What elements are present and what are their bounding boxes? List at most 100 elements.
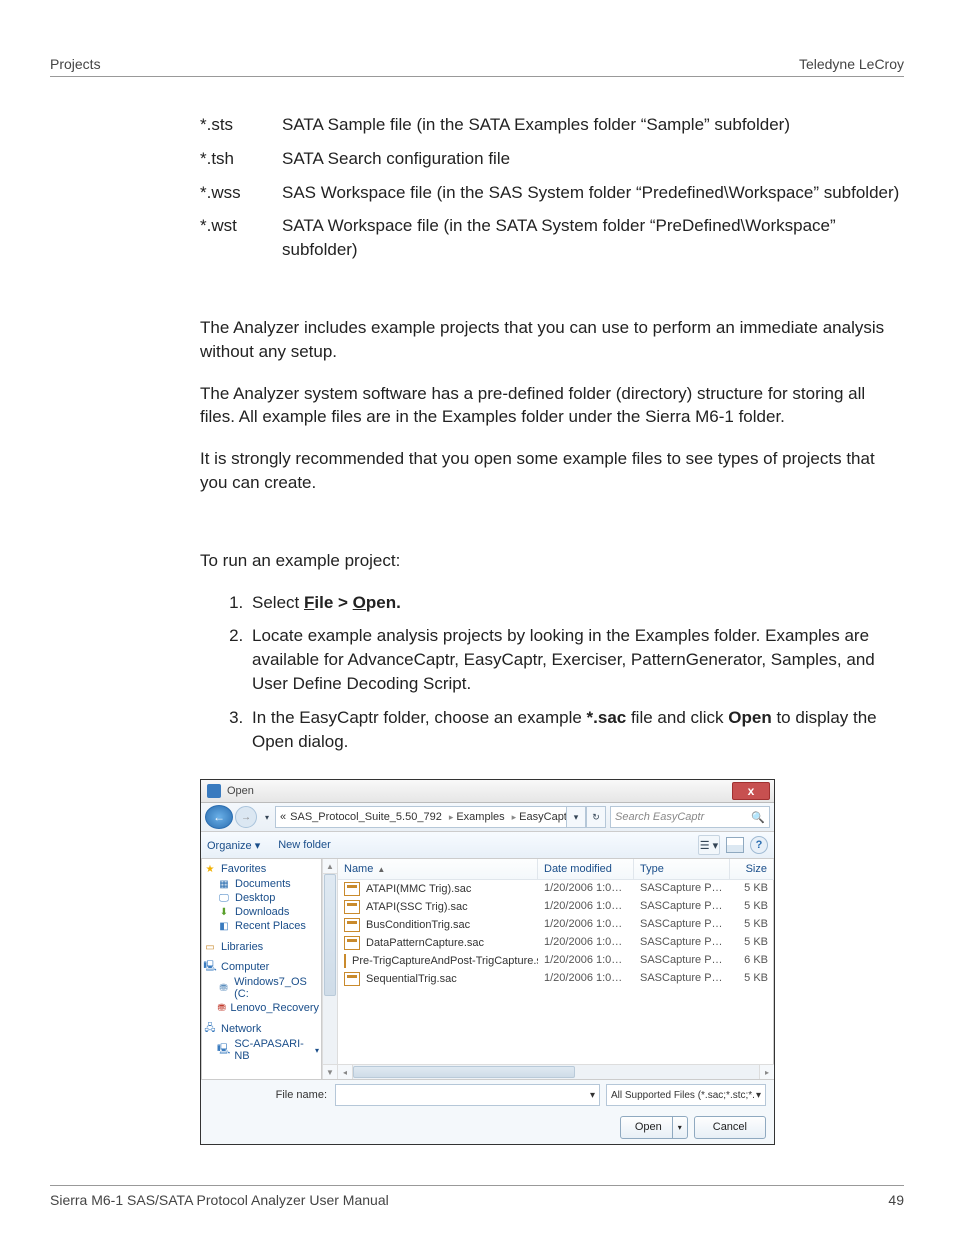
file-icon bbox=[344, 972, 360, 986]
col-size[interactable]: Size bbox=[730, 859, 774, 879]
page-footer: Sierra M6-1 SAS/SATA Protocol Analyzer U… bbox=[50, 1185, 904, 1208]
chevron-down-icon[interactable]: ▾ bbox=[315, 1046, 319, 1055]
nav-item-recovery[interactable]: ⛃Lenovo_Recovery bbox=[203, 1001, 319, 1015]
app-icon bbox=[207, 784, 221, 798]
nav-favorites[interactable]: ★Favorites bbox=[203, 863, 319, 875]
file-icon bbox=[344, 882, 360, 896]
refresh-button[interactable]: ↻ bbox=[586, 806, 606, 828]
hscroll-thumb[interactable] bbox=[353, 1066, 575, 1078]
search-input[interactable]: Search EasyCaptr 🔍 bbox=[610, 806, 770, 828]
def-desc: SATA Sample file (in the SATA Examples f… bbox=[282, 113, 904, 137]
step-3: In the EasyCaptr folder, choose an examp… bbox=[248, 706, 904, 754]
page-header: Projects Teledyne LeCroy bbox=[50, 56, 904, 77]
nav-item-downloads[interactable]: ⬇Downloads bbox=[203, 905, 319, 919]
close-button[interactable]: x bbox=[732, 782, 770, 800]
crumb[interactable]: EasyCaptr bbox=[519, 811, 567, 823]
computer-icon: 🖳 bbox=[203, 961, 217, 973]
open-button[interactable]: Open ▾ bbox=[620, 1116, 688, 1139]
def-term: *.sts bbox=[200, 113, 282, 137]
filetype-filter[interactable]: All Supported Files (*.sac;*.stc;*. ▾ bbox=[606, 1084, 766, 1106]
cancel-button[interactable]: Cancel bbox=[694, 1116, 766, 1139]
body-content: *.sts SATA Sample file (in the SATA Exam… bbox=[200, 113, 904, 753]
path-dropdown[interactable]: ▾ bbox=[566, 806, 586, 828]
file-list: ATAPI(MMC Trig).sac 1/20/2006 1:00 AM SA… bbox=[338, 880, 774, 988]
def-term: *.wss bbox=[200, 181, 282, 205]
crumb[interactable]: SAS_Protocol_Suite_5.50_792 bbox=[290, 811, 442, 823]
download-icon: ⬇ bbox=[217, 906, 231, 918]
toolbar: Organize ▾ New folder ☰ ▾ ? bbox=[201, 832, 774, 859]
history-dropdown[interactable]: ▾ bbox=[265, 813, 269, 822]
help-button[interactable]: ? bbox=[750, 836, 768, 854]
def-term: *.wst bbox=[200, 214, 282, 262]
file-pane: Name▲ Date modified Type Size ATAPI(MMC … bbox=[338, 859, 774, 1079]
scroll-left-icon[interactable]: ◂ bbox=[338, 1065, 353, 1079]
file-row[interactable]: DataPatternCapture.sac 1/20/2006 1:00 AM… bbox=[338, 934, 774, 952]
organize-menu[interactable]: Organize ▾ bbox=[207, 839, 260, 852]
nav-item-documents[interactable]: ▦Documents bbox=[203, 877, 319, 891]
star-icon: ★ bbox=[203, 863, 217, 875]
steps-list: Select File > Open. Locate example analy… bbox=[200, 591, 904, 754]
file-extension-list: *.sts SATA Sample file (in the SATA Exam… bbox=[200, 113, 904, 262]
file-row[interactable]: SequentialTrig.sac 1/20/2006 1:01 AM SAS… bbox=[338, 970, 774, 988]
file-row[interactable]: BusConditionTrig.sac 1/20/2006 1:00 AM S… bbox=[338, 916, 774, 934]
drive-icon: ⛃ bbox=[217, 982, 230, 994]
nav-computer[interactable]: 🖳Computer bbox=[203, 961, 319, 973]
footer-left: Sierra M6-1 SAS/SATA Protocol Analyzer U… bbox=[50, 1192, 389, 1208]
file-row[interactable]: Pre-TrigCaptureAndPost-TrigCapture.sac 1… bbox=[338, 952, 774, 970]
def-desc: SAS Workspace file (in the SAS System fo… bbox=[282, 181, 904, 205]
def-row: *.wss SAS Workspace file (in the SAS Sys… bbox=[200, 181, 904, 205]
scroll-up-icon[interactable]: ▲ bbox=[323, 859, 337, 874]
chevron-down-icon: ▾ bbox=[590, 1090, 595, 1101]
def-row: *.wst SATA Workspace file (in the SATA S… bbox=[200, 214, 904, 262]
nav-item-desktop[interactable]: 🖵Desktop bbox=[203, 891, 319, 905]
def-row: *.tsh SATA Search configuration file bbox=[200, 147, 904, 171]
window-title: Open bbox=[227, 785, 254, 797]
nav-item-pc[interactable]: 🖳SC-APASARI-NB▾ bbox=[203, 1037, 319, 1063]
open-split-dropdown[interactable]: ▾ bbox=[672, 1117, 687, 1138]
network-icon: 🖧 bbox=[203, 1023, 217, 1035]
file-row[interactable]: ATAPI(SSC Trig).sac 1/20/2006 1:00 AM SA… bbox=[338, 898, 774, 916]
preview-pane-button[interactable] bbox=[724, 835, 746, 855]
new-folder-button[interactable]: New folder bbox=[278, 839, 331, 851]
titlebar[interactable]: Open x bbox=[201, 780, 774, 803]
steps-intro: To run an example project: bbox=[200, 549, 904, 573]
header-right: Teledyne LeCroy bbox=[799, 56, 904, 72]
scroll-thumb[interactable] bbox=[324, 874, 336, 996]
file-header: Name▲ Date modified Type Size bbox=[338, 859, 774, 880]
def-row: *.sts SATA Sample file (in the SATA Exam… bbox=[200, 113, 904, 137]
drive-icon: ⛃ bbox=[217, 1002, 226, 1014]
file-row[interactable]: ATAPI(MMC Trig).sac 1/20/2006 1:00 AM SA… bbox=[338, 880, 774, 898]
step-2: Locate example analysis projects by look… bbox=[248, 624, 904, 695]
sort-asc-icon: ▲ bbox=[377, 865, 385, 874]
desktop-icon: 🖵 bbox=[217, 892, 231, 904]
filename-input[interactable]: ▾ bbox=[335, 1084, 600, 1106]
paragraph: The Analyzer includes example projects t… bbox=[200, 316, 904, 364]
view-options-button[interactable]: ☰ ▾ bbox=[698, 835, 720, 855]
breadcrumb-path[interactable]: « SAS_Protocol_Suite_5.50_792▸ Examples▸… bbox=[275, 806, 567, 828]
chevron-down-icon: ▾ bbox=[756, 1090, 761, 1101]
forward-button[interactable]: → bbox=[235, 806, 257, 828]
col-name[interactable]: Name▲ bbox=[338, 859, 538, 879]
computer-icon: 🖳 bbox=[217, 1044, 230, 1056]
chevron-right-icon: ▸ bbox=[512, 812, 517, 823]
col-type[interactable]: Type bbox=[634, 859, 730, 879]
nav-libraries[interactable]: ▭Libraries bbox=[203, 941, 319, 953]
filename-row: File name: ▾ All Supported Files (*.sac;… bbox=[201, 1080, 774, 1110]
crumb[interactable]: Examples bbox=[456, 811, 504, 823]
nav-bar: ← → ▾ « SAS_Protocol_Suite_5.50_792▸ Exa… bbox=[201, 803, 774, 832]
nav-item-recent[interactable]: ◧Recent Places bbox=[203, 919, 319, 933]
def-desc: SATA Search configuration file bbox=[282, 147, 904, 171]
file-icon bbox=[344, 900, 360, 914]
col-date[interactable]: Date modified bbox=[538, 859, 634, 879]
step-1: Select File > Open. bbox=[248, 591, 904, 615]
nav-item-drive[interactable]: ⛃Windows7_OS (C: bbox=[203, 975, 319, 1001]
scroll-right-icon[interactable]: ▸ bbox=[759, 1065, 774, 1079]
nav-scrollbar[interactable]: ▲ ▼ bbox=[322, 859, 338, 1079]
file-hscrollbar[interactable]: ◂ ▸ bbox=[338, 1064, 774, 1079]
filename-label: File name: bbox=[209, 1089, 335, 1101]
back-button[interactable]: ← bbox=[205, 805, 233, 829]
button-row: Open ▾ Cancel bbox=[201, 1110, 774, 1144]
nav-network[interactable]: 🖧Network bbox=[203, 1023, 319, 1035]
scroll-down-icon[interactable]: ▼ bbox=[323, 1064, 337, 1079]
dialog-body: ★Favorites ▦Documents 🖵Desktop ⬇Download… bbox=[201, 859, 774, 1080]
